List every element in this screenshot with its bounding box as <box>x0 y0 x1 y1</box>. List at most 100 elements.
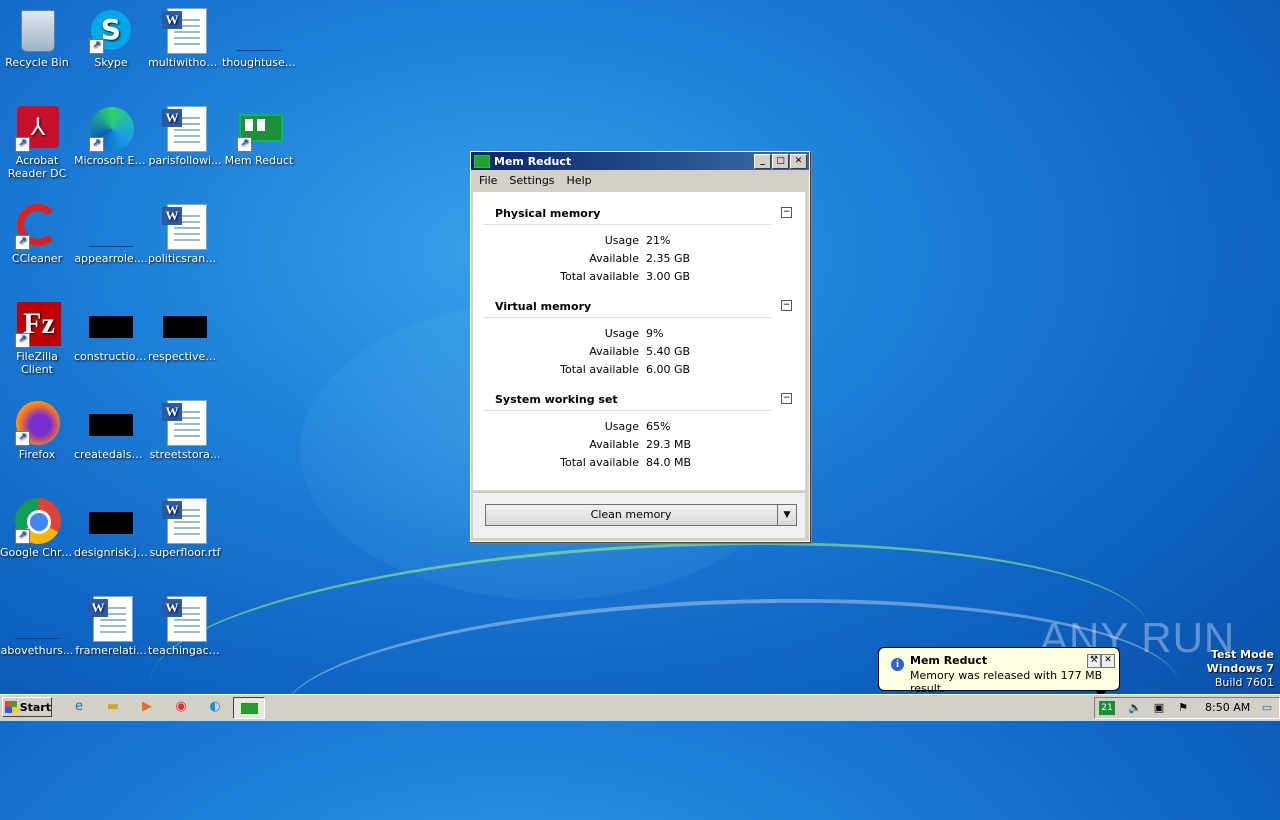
show-desktop-icon[interactable]: ▭ <box>1259 701 1275 715</box>
memory-stat-row: Total available 6.00 GB <box>473 363 805 381</box>
desktop-icon-label: designrisk.jpg <box>74 546 148 559</box>
folder-icon[interactable]: ▬ <box>104 698 122 716</box>
desktop-icon[interactable]: Wstreetstora... <box>148 398 222 461</box>
section-title: Physical memory <box>495 207 601 220</box>
stat-label: Available <box>589 345 639 358</box>
desktop-icon[interactable]: ↗ CCleaner <box>0 202 74 265</box>
desktop-icon[interactable]: respectivea... <box>148 300 222 363</box>
desktop-icon[interactable]: createdalso... <box>74 398 148 461</box>
desktop-icon[interactable]: Wteachingacc... <box>148 594 222 657</box>
desktop-icon[interactable]: Fz ↗ FileZilla Client <box>0 300 74 376</box>
stat-value: 84.0 MB <box>646 456 692 469</box>
memory-stat-row: Available 29.3 MB <box>473 438 805 456</box>
stat-label: Available <box>589 438 639 451</box>
maximize-button[interactable]: □ <box>772 153 789 169</box>
section-title: Virtual memory <box>495 300 592 313</box>
desktop-icon-label: streetstora... <box>149 448 221 461</box>
desktop-icon[interactable]: appearrole.... <box>74 202 148 265</box>
desktop-icon[interactable]: ⅄ ↗ Acrobat Reader DC <box>0 104 74 180</box>
edge-icon: ↗ <box>87 104 135 152</box>
media-player-icon[interactable]: ▶ <box>138 698 156 716</box>
desktop-icon-label: createdalso... <box>74 448 148 461</box>
mem-reduct-window: Mem Reduct _ □ ✕ File Settings Help Phys… <box>470 151 810 542</box>
stat-label: Total available <box>560 363 639 376</box>
desktop-icon-label: superfloor.rtf <box>149 546 221 559</box>
desktop-icon[interactable]: thoughtusef... <box>222 6 296 69</box>
section-divider <box>483 317 771 318</box>
filezilla-icon: Fz ↗ <box>13 300 61 348</box>
collapse-icon[interactable]: − <box>781 207 792 218</box>
volume-icon[interactable]: 🔈 <box>1127 701 1143 715</box>
chrome-icon: ↗ <box>13 496 61 544</box>
menu-file[interactable]: File <box>473 174 503 187</box>
word-document-icon: W <box>161 6 209 54</box>
start-button[interactable]: Start <box>2 697 52 717</box>
desktop-icon[interactable]: S ↗ Skype <box>74 6 148 69</box>
desktop-icon[interactable]: Wmultiwithout... <box>148 6 222 69</box>
shortcut-arrow-icon: ↗ <box>15 137 30 152</box>
section-divider <box>483 410 771 411</box>
edge-icon[interactable]: ◐ <box>206 698 224 716</box>
firefox-icon: ↗ <box>13 398 61 446</box>
window-titlebar[interactable]: Mem Reduct _ □ ✕ <box>471 152 809 170</box>
memory-info-panel: Physical memory − Usage 21% Available 2.35 GB… <box>473 192 805 490</box>
menu-settings[interactable]: Settings <box>503 174 560 187</box>
close-button[interactable]: ✕ <box>790 153 807 169</box>
internet-explorer-icon[interactable]: e <box>70 698 88 716</box>
minimize-button[interactable]: _ <box>754 153 771 169</box>
menu-help[interactable]: Help <box>561 174 598 187</box>
desktop-icon[interactable]: Wsuperfloor.rtf <box>148 496 222 559</box>
notification-balloon[interactable]: i Mem Reduct Memory was released with 17… <box>878 647 1120 698</box>
mem-reduct-tray-icon[interactable]: 21 <box>1099 701 1115 715</box>
desktop-icon[interactable]: ↗ Firefox <box>0 398 74 461</box>
desktop-icon-label: Mem Reduct <box>224 154 294 167</box>
desktop-icon[interactable]: Wframerelati... <box>74 594 148 657</box>
section-divider <box>483 224 771 225</box>
test-mode-line3: Build 7601 <box>1214 676 1274 689</box>
word-document-icon: W <box>87 594 135 642</box>
section-title: System working set <box>495 393 618 406</box>
word-document-icon: W <box>161 594 209 642</box>
word-document-icon: W <box>161 202 209 250</box>
stat-label: Total available <box>560 270 639 283</box>
mem-reduct-taskbar-button[interactable] <box>233 697 265 719</box>
menu-bar: File Settings Help <box>471 170 809 190</box>
desktop-icon[interactable]: Recycle Bin <box>0 6 74 69</box>
action-center-flag-icon[interactable]: ⚑ <box>1175 701 1191 715</box>
desktop-icon-label: abovethurs... <box>0 644 74 657</box>
mem-reduct-icon <box>474 154 490 168</box>
shortcut-arrow-icon: ↗ <box>15 333 30 348</box>
desktop-icon[interactable]: Wpoliticsrang... <box>148 202 222 265</box>
black-image-icon <box>87 300 135 348</box>
desktop-icon-label: respectivea... <box>148 350 222 363</box>
info-icon: i <box>891 658 904 671</box>
network-icon[interactable]: ▣ <box>1151 701 1167 715</box>
collapse-icon[interactable]: − <box>781 393 792 404</box>
shortcut-arrow-icon: ↗ <box>89 39 104 54</box>
desktop-icon[interactable]: ↗ Google Chrome <box>0 496 74 559</box>
shortcut-arrow-icon: ↗ <box>89 137 104 152</box>
ccleaner-icon: ↗ <box>13 202 61 250</box>
chrome-icon[interactable]: ◉ <box>172 698 190 716</box>
desktop-icon[interactable]: ↗ Microsoft Edge <box>74 104 148 167</box>
clock[interactable]: 8:50 AM <box>1205 701 1250 714</box>
settings-icon[interactable]: ⚒ <box>1087 654 1101 668</box>
clean-memory-button[interactable]: Clean memory ▼ <box>485 504 797 526</box>
desktop-icon[interactable]: construction... <box>74 300 148 363</box>
desktop-icon[interactable]: ↗ Mem Reduct <box>222 104 296 167</box>
stat-value: 3.00 GB <box>646 270 691 283</box>
stat-label: Usage <box>604 420 639 433</box>
desktop-icon-label: Acrobat Reader DC <box>7 154 67 180</box>
chevron-down-icon[interactable]: ▼ <box>777 505 796 525</box>
stat-value: 21% <box>646 234 671 247</box>
desktop-icon-label: Microsoft Edge <box>74 154 148 167</box>
desktop-icon[interactable]: abovethurs... <box>0 594 74 657</box>
collapse-icon[interactable]: − <box>781 300 792 311</box>
close-icon[interactable]: ✕ <box>1101 654 1115 668</box>
blank-file-icon <box>13 594 61 642</box>
desktop-icon[interactable]: designrisk.jpg <box>74 496 148 559</box>
clean-memory-label: Clean memory <box>590 508 672 521</box>
shortcut-arrow-icon: ↗ <box>15 529 30 544</box>
test-mode-line2: Windows 7 <box>1206 662 1274 675</box>
desktop-icon[interactable]: Wparisfollowi... <box>148 104 222 167</box>
